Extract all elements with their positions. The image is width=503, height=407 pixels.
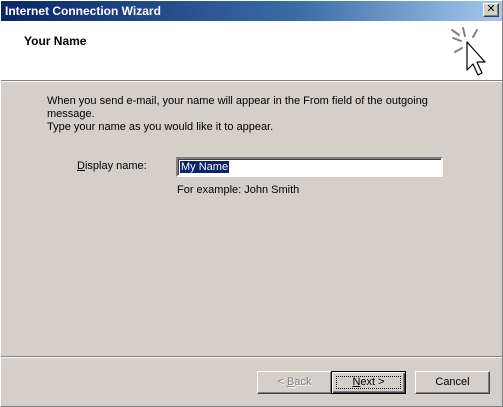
display-name-label-rest: isplay name: xyxy=(84,160,147,172)
cancel-button[interactable]: Cancel xyxy=(415,371,490,394)
display-name-value: My Name xyxy=(180,161,230,173)
wizard-window: Internet Connection Wizard ✕ Your Name W… xyxy=(0,0,503,407)
close-icon: ✕ xyxy=(486,3,496,15)
display-name-label-accel: D xyxy=(77,160,85,172)
back-prefix: < xyxy=(277,376,287,388)
focus-rectangle xyxy=(336,376,401,389)
intro-line-2: Type your name as you would like it to a… xyxy=(47,121,274,133)
footer-divider xyxy=(1,356,502,358)
back-button[interactable]: < Back xyxy=(257,371,332,394)
window-title: Internet Connection Wizard xyxy=(5,4,161,18)
close-button[interactable]: ✕ xyxy=(483,3,499,17)
title-bar[interactable]: Internet Connection Wizard ✕ xyxy=(1,1,502,21)
example-hint: For example: John Smith xyxy=(177,184,300,196)
back-rest: ack xyxy=(294,376,312,388)
intro-text: When you send e-mail, your name will app… xyxy=(47,95,477,134)
intro-line-1: When you send e-mail, your name will app… xyxy=(47,95,428,120)
wizard-cursor-sparkle-icon xyxy=(451,27,486,76)
display-name-label: Display name: xyxy=(77,160,147,172)
wizard-header: Your Name xyxy=(1,21,502,80)
header-divider xyxy=(1,80,502,82)
page-heading: Your Name xyxy=(24,34,87,48)
next-button[interactable]: Next > xyxy=(331,371,406,394)
display-name-field[interactable]: My Name xyxy=(176,157,443,177)
